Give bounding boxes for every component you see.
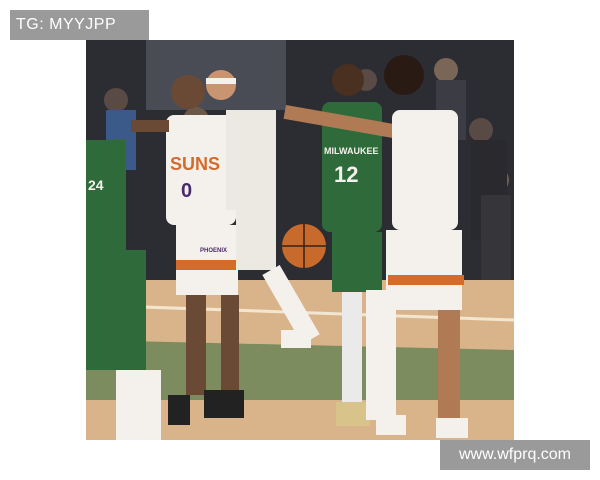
watermark-bottom-right: www.wfprq.com (440, 440, 590, 470)
suns-shorts-text: PHOENIX (200, 248, 227, 254)
bucks-jersey-text: MILWAUKEE (324, 146, 379, 156)
suns-jersey-text: SUNS (170, 154, 220, 174)
photo-canvas: 24 SUNS 0 PHOENIX MILWAUKEE 12 (86, 40, 514, 440)
watermark-top-left: TG: MYYJPP (10, 10, 149, 40)
bucks-partial-number: 24 (88, 177, 104, 193)
suns-jersey-number: 0 (181, 180, 192, 202)
bucks-jersey-number: 12 (334, 162, 358, 187)
basketball-photo: 24 SUNS 0 PHOENIX MILWAUKEE 12 (86, 40, 514, 440)
